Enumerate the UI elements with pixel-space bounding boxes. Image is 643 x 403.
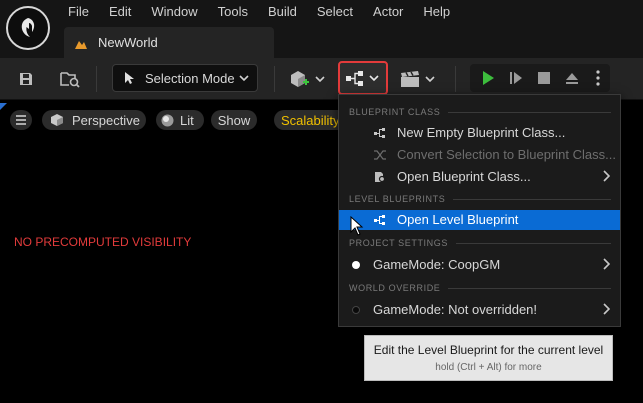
menu-item-open-level-blueprint[interactable]: Open Level Blueprint [339, 210, 620, 230]
menu-bar: File Edit Window Tools Build Select Acto… [58, 0, 460, 24]
menu-edit[interactable]: Edit [99, 0, 141, 24]
play-button[interactable] [476, 64, 500, 92]
title-bar: File Edit Window Tools Build Select Acto… [0, 0, 643, 58]
menu-tools[interactable]: Tools [208, 0, 258, 24]
lit-sphere-icon [161, 114, 174, 126]
tooltip: Edit the Level Blueprint for the current… [364, 335, 613, 381]
chevron-down-icon [239, 75, 249, 82]
eject-icon [566, 73, 578, 84]
toolbar-separator [96, 66, 97, 92]
step-icon [510, 72, 522, 84]
play-icon [483, 71, 494, 85]
level-icon [75, 40, 87, 49]
blueprint-button[interactable] [338, 61, 388, 95]
menu-item-label: Open Level Blueprint [397, 212, 519, 227]
selection-mode-dropdown[interactable]: Selection Mode [112, 64, 258, 92]
cinematics-icon [401, 71, 435, 87]
perspective-button[interactable]: Perspective [42, 110, 146, 130]
hamburger-icon [16, 115, 26, 125]
cursor-mode-icon [125, 72, 134, 84]
browse-button[interactable] [56, 65, 84, 93]
browse-icon [60, 72, 80, 88]
lit-label: Lit [180, 112, 194, 128]
add-actor-button[interactable] [286, 65, 328, 93]
viewport-options-button[interactable] [10, 110, 32, 130]
section-blueprint-class: BLUEPRINT CLASS [349, 107, 611, 117]
selection-mode-label: Selection Mode [145, 70, 235, 86]
submenu-arrow-icon [603, 170, 611, 185]
tooltip-title: Edit the Level Blueprint for the current… [373, 343, 604, 357]
level-blueprint-icon [374, 215, 385, 225]
section-project-settings: PROJECT SETTINGS [349, 238, 611, 248]
menu-item-label: New Empty Blueprint Class... [397, 125, 566, 140]
perspective-label: Perspective [72, 112, 140, 128]
stop-icon [538, 72, 550, 84]
add-actor-icon [291, 71, 325, 87]
menu-item-convert-selection[interactable]: Convert Selection to Blueprint Class... [339, 145, 620, 165]
menu-select[interactable]: Select [307, 0, 363, 24]
save-icon [20, 73, 32, 85]
menu-item-gamemode-project[interactable]: GameMode: CoopGM [339, 255, 620, 275]
toolbar-separator [274, 66, 275, 92]
menu-item-gamemode-world[interactable]: GameMode: Not overridden! [339, 300, 620, 320]
menu-item-label: GameMode: Not overridden! [373, 302, 538, 317]
precomputed-visibility-warning: NO PRECOMPUTED VISIBILITY [14, 235, 192, 249]
section-label: WORLD OVERRIDE [349, 283, 441, 293]
more-icon [596, 70, 600, 86]
menu-build[interactable]: Build [258, 0, 307, 24]
tab-label: NewWorld [98, 35, 158, 50]
menu-item-open-blueprint-class[interactable]: Open Blueprint Class... [339, 167, 620, 187]
save-button[interactable] [14, 65, 38, 93]
menu-item-new-empty-blueprint[interactable]: New Empty Blueprint Class... [339, 123, 620, 143]
status-dot-icon [352, 306, 360, 314]
view-mode-button[interactable]: Lit [156, 110, 204, 130]
cube-icon [51, 114, 63, 126]
toolbar-separator [455, 66, 456, 92]
step-button[interactable] [504, 64, 528, 92]
unreal-logo-icon[interactable] [6, 6, 50, 50]
blueprint-icon [346, 71, 379, 86]
show-label: Show [217, 112, 251, 128]
convert-icon [374, 150, 386, 160]
section-label: PROJECT SETTINGS [349, 238, 448, 248]
menu-actor[interactable]: Actor [363, 0, 413, 24]
blueprint-icon [374, 128, 385, 138]
more-options-button[interactable] [588, 64, 608, 92]
section-label: LEVEL BLUEPRINTS [349, 194, 446, 204]
blueprint-dropdown-menu: BLUEPRINT CLASS New Empty Blueprint Clas… [338, 94, 621, 327]
cinematics-button[interactable] [398, 65, 438, 93]
menu-help[interactable]: Help [413, 0, 460, 24]
play-controls [470, 64, 610, 92]
menu-window[interactable]: Window [141, 0, 207, 24]
tooltip-hint: hold (Ctrl + Alt) for more [435, 362, 542, 373]
scalability-button[interactable]: Scalability [274, 110, 344, 130]
status-dot-icon [352, 261, 360, 269]
section-world-override: WORLD OVERRIDE [349, 283, 611, 293]
stop-button[interactable] [532, 64, 556, 92]
menu-item-label: Open Blueprint Class... [397, 169, 531, 184]
mouse-cursor-icon [350, 216, 364, 236]
submenu-arrow-icon [603, 303, 611, 318]
open-blueprint-icon [375, 172, 386, 183]
tab-newworld[interactable]: NewWorld [64, 27, 274, 58]
section-level-blueprints: LEVEL BLUEPRINTS [349, 194, 611, 204]
menu-item-label: Convert Selection to Blueprint Class... [397, 147, 616, 162]
menu-file[interactable]: File [58, 0, 99, 24]
submenu-arrow-icon [603, 258, 611, 273]
scalability-label: Scalability [281, 112, 340, 128]
show-flags-button[interactable]: Show [211, 110, 257, 130]
eject-button[interactable] [560, 64, 584, 92]
menu-item-label: GameMode: CoopGM [373, 257, 501, 272]
section-label: BLUEPRINT CLASS [349, 107, 441, 117]
